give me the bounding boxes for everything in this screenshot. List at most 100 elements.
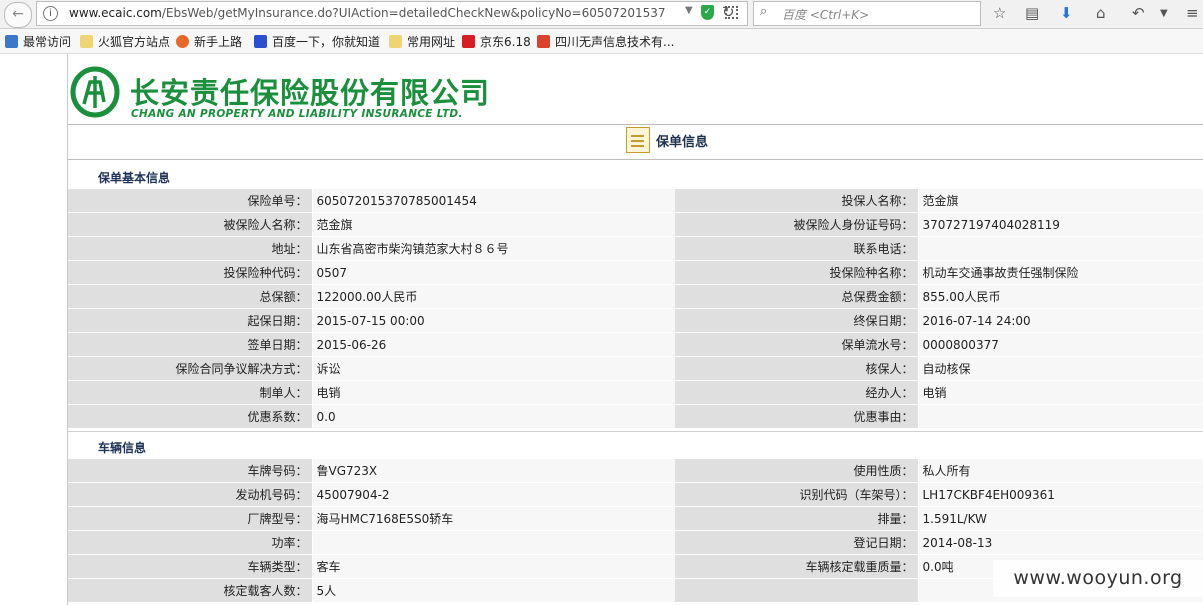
field-label: 经办人： <box>675 380 918 405</box>
field-label: 登记日期： <box>675 530 918 555</box>
table-row: 起保日期： 2015-07-15 00:00 终保日期： 2016-07-14 24:… <box>68 308 1203 333</box>
field-value: 山东省高密市柴沟镇范家大村８６号 <box>311 236 675 261</box>
undo-icon[interactable]: ↶ <box>1132 4 1145 22</box>
url-path: /EbsWeb/getMyInsurance.do?UIAction=detai… <box>161 6 666 20</box>
table-row: 保险单号： 605072015370785001454 投保人名称： 范金旗 <box>68 188 1203 213</box>
url-text[interactable]: www.ecaic.com/EbsWeb/getMyInsurance.do?U… <box>69 6 681 20</box>
field-label <box>675 578 918 603</box>
company-name-zh: 长安责任保险股份有限公司 <box>130 76 491 110</box>
field-value: 0507 <box>311 260 675 285</box>
star-icon[interactable]: ☆ <box>993 4 1006 22</box>
home-icon[interactable]: ⌂ <box>1096 4 1106 22</box>
field-label: 优惠事由： <box>675 404 918 429</box>
bookmark-baidu[interactable]: 百度一下，你就知道 <box>254 33 380 50</box>
field-value <box>917 404 1203 429</box>
field-value: 鲁VG723X <box>311 458 675 483</box>
field-label: 排量： <box>675 506 918 531</box>
field-value: 0000800377 <box>917 332 1203 357</box>
page-title-text: 保单信息 <box>656 134 709 150</box>
table-row: 投保险种代码： 0507 投保险种名称： 机动车交通事故责任强制保险 <box>68 260 1203 285</box>
field-label: 发动机号码： <box>68 482 312 507</box>
company-logo: 长安责任保险股份有限公司 CHANG AN PROPERTY AND LIABI… <box>68 60 588 124</box>
bookmark-icon <box>5 35 18 48</box>
field-label: 联系电话： <box>675 236 918 261</box>
bookmark-label: 京东6.18 <box>480 35 531 49</box>
field-label: 签单日期： <box>68 332 312 357</box>
firefox-icon <box>176 35 189 48</box>
field-value: 机动车交通事故责任强制保险 <box>917 260 1203 285</box>
field-label: 保险单号： <box>68 188 312 213</box>
field-label: 投保险种代码： <box>68 260 312 285</box>
back-button[interactable]: ← <box>4 2 32 28</box>
policy-info-table: 保险单号： 605072015370785001454 投保人名称： 范金旗 被保险人名… <box>68 188 1203 429</box>
field-value: 1.591L/KW <box>917 506 1203 531</box>
divider <box>68 431 1203 432</box>
table-row: 功率： 登记日期： 2014-08-13 <box>68 530 1203 555</box>
reading-list-icon[interactable]: ▤ <box>1025 4 1039 22</box>
field-value: 电销 <box>917 380 1203 405</box>
field-label: 使用性质： <box>675 458 918 483</box>
site-icon <box>537 35 550 48</box>
company-emblem-icon <box>70 66 120 118</box>
bookmark-common-sites[interactable]: 常用网址 <box>389 33 455 50</box>
field-label: 核保人： <box>675 356 918 381</box>
table-row: 保险合同争议解决方式： 诉讼 核保人： 自动核保 <box>68 356 1203 381</box>
field-value: 范金旗 <box>917 188 1203 213</box>
field-value: 45007904-2 <box>311 482 675 507</box>
field-label: 保险合同争议解决方式： <box>68 356 312 381</box>
bookmark-label: 最常访问 <box>23 35 72 49</box>
search-box[interactable]: ⌕ 百度 <Ctrl+K> <box>753 1 981 26</box>
folder-icon <box>389 35 402 48</box>
info-icon[interactable]: i <box>43 6 58 21</box>
reload-icon[interactable]: ↻ <box>722 3 735 21</box>
field-value: 370727197404028119 <box>917 212 1203 237</box>
field-label: 制单人： <box>68 380 312 405</box>
field-value: 0.0 <box>311 404 675 429</box>
jd-icon <box>462 35 475 48</box>
bookmark-firefox-official[interactable]: 火狐官方站点 <box>80 33 170 50</box>
shield-icon[interactable]: ✓ <box>701 5 714 20</box>
field-value: 范金旗 <box>311 212 675 237</box>
table-row: 车牌号码： 鲁VG723X 使用性质： 私人所有 <box>68 458 1203 483</box>
field-label: 被保险人名称： <box>68 212 312 237</box>
bookmark-frequent[interactable]: 最常访问 <box>5 33 71 50</box>
table-row: 制单人： 电销 经办人： 电销 <box>68 380 1203 405</box>
bookmark-label: 常用网址 <box>407 35 456 49</box>
menu-icon[interactable]: ≡ <box>1186 4 1199 22</box>
field-value: LH17CKBF4EH009361 <box>917 482 1203 507</box>
company-name-en: CHANG AN PROPERTY AND LIABILITY INSURANC… <box>131 108 463 120</box>
field-value: 5人 <box>311 578 675 603</box>
bookmark-getting-started[interactable]: 新手上路 <box>176 33 242 50</box>
field-label: 车辆类型： <box>68 554 312 579</box>
bookmark-jd[interactable]: 京东6.18 <box>462 33 531 50</box>
bookmark-label: 火狐官方站点 <box>98 35 171 49</box>
dropdown-icon[interactable]: ▼ <box>685 5 693 16</box>
field-label: 优惠系数： <box>68 404 312 429</box>
bookmark-label: 新手上路 <box>194 35 243 49</box>
field-value: 诉讼 <box>311 356 675 381</box>
field-label: 车辆核定载重质量： <box>675 554 918 579</box>
bookmarks-bar: 最常访问 火狐官方站点 新手上路 百度一下，你就知道 常用网址 京东6.18 四… <box>0 29 1203 54</box>
address-bar[interactable]: i www.ecaic.com/EbsWeb/getMyInsurance.do… <box>36 1 748 26</box>
baidu-paw-icon <box>254 35 267 48</box>
table-row: 发动机号码： 45007904-2 识别代码（车架号）： LH17CKBF4EH009… <box>68 482 1203 507</box>
field-label: 保单流水号： <box>675 332 918 357</box>
field-value: 855.00人民币 <box>917 284 1203 309</box>
table-row: 被保险人名称： 范金旗 被保险人身份证号码： 370727197404028119 <box>68 212 1203 237</box>
divider <box>68 159 1203 160</box>
menu-dropdown-icon[interactable]: ▼ <box>1160 8 1168 19</box>
field-label: 投保人名称： <box>675 188 918 213</box>
field-value: 2015-06-26 <box>311 332 675 357</box>
bookmark-sichuan[interactable]: 四川无声信息技术有... <box>537 33 674 50</box>
field-label: 车牌号码： <box>68 458 312 483</box>
table-row: 地址： 山东省高密市柴沟镇范家大村８６号 联系电话： <box>68 236 1203 261</box>
field-label: 总保额： <box>68 284 312 309</box>
field-value: 2014-08-13 <box>917 530 1203 555</box>
field-value: 2016-07-14 24:00 <box>917 308 1203 333</box>
field-value: 122000.00人民币 <box>311 284 675 309</box>
download-icon[interactable]: ⬇ <box>1060 4 1073 22</box>
divider <box>68 124 1203 125</box>
field-label: 终保日期： <box>675 308 918 333</box>
field-value <box>917 236 1203 261</box>
search-icon: ⌕ <box>760 4 768 19</box>
